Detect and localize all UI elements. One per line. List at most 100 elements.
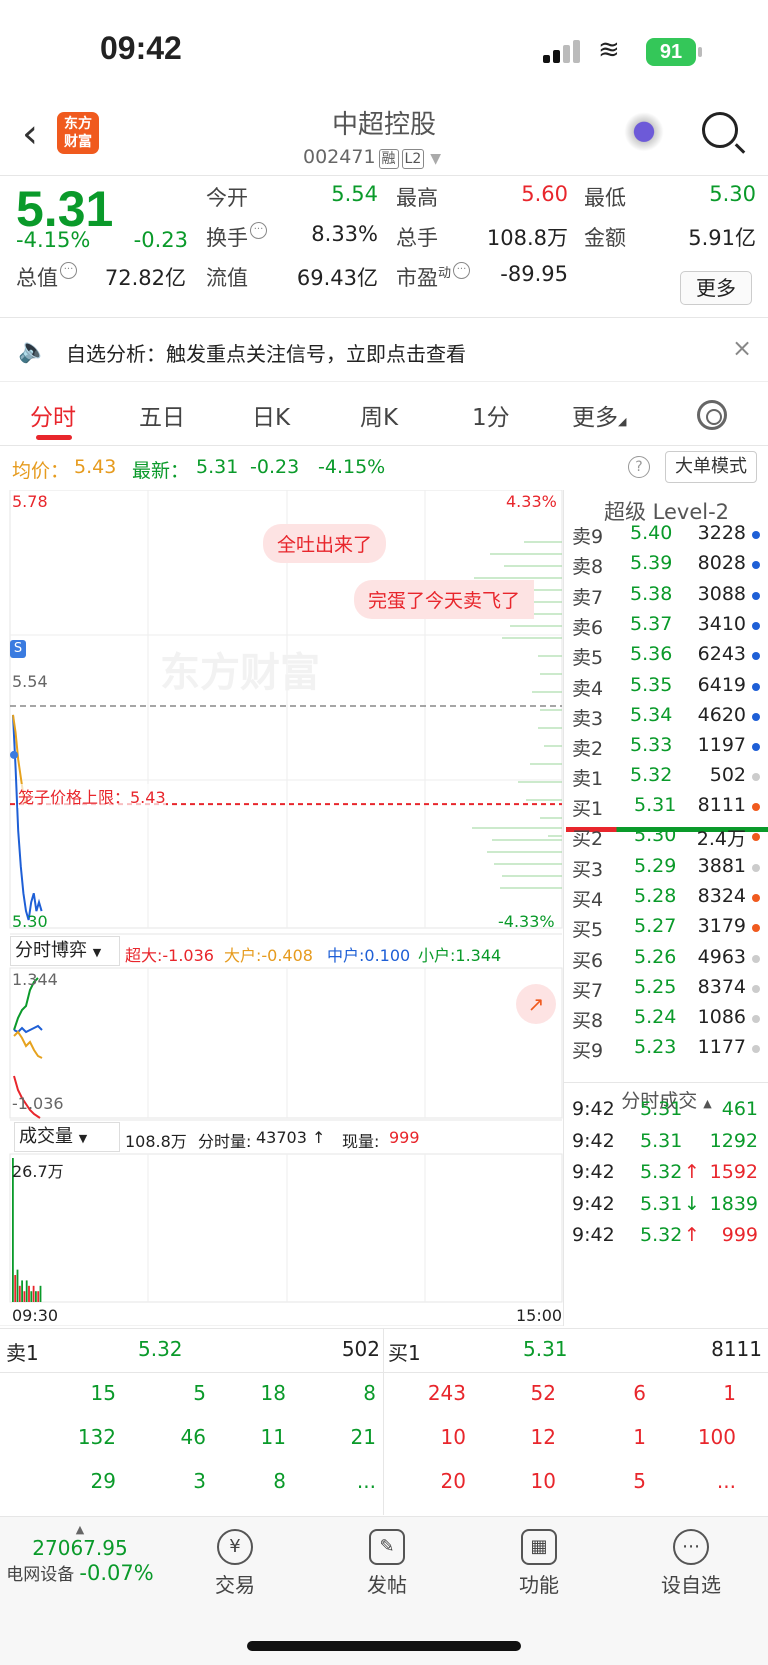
pct-top-label: 4.33% <box>506 492 557 511</box>
trade-point-marker <box>10 750 18 759</box>
bid-level: 买6 <box>572 949 604 972</box>
ask-volume: 4620 <box>697 703 746 726</box>
bid-price: 5.24 <box>634 1006 677 1029</box>
volume-bar <box>23 1291 26 1302</box>
nav-bar: ‹ 东方 财富 中超控股 002471 融 L2 ▼ <box>0 100 768 176</box>
mcap-label: 总值 ··· <box>16 262 77 292</box>
tab-daily-k[interactable]: 日K <box>252 398 290 432</box>
search-icon[interactable] <box>702 112 738 148</box>
queue-bid-label: 买1 <box>388 1341 421 1365</box>
bid-row[interactable]: 买4 5.28 8324 <box>564 881 768 913</box>
tab-intraday[interactable]: 分时 <box>30 398 76 432</box>
queue-bid-cell: 12 <box>530 1425 556 1449</box>
ask-level: 卖2 <box>572 738 604 761</box>
index-value: 27067.95 <box>32 1536 128 1560</box>
volume-now: 999 <box>389 1128 420 1147</box>
game-mid: 中户:0.100 <box>327 946 411 965</box>
comment-bubble[interactable]: 完蛋了今天卖飞了 <box>354 580 535 619</box>
ask-row[interactable]: 卖4 5.35 6419 <box>564 670 768 702</box>
ask-row[interactable]: 卖9 5.40 3228 <box>564 518 768 550</box>
bid-volume: 3881 <box>697 854 746 877</box>
ask-price: 5.36 <box>630 643 673 666</box>
tab-more[interactable]: 更多◢ <box>572 398 626 432</box>
limit-label: 笼子价格上限：5.43 <box>18 784 166 808</box>
bid-row[interactable]: 买9 5.23 1177 <box>564 1032 768 1064</box>
volume-bar <box>39 1285 42 1302</box>
big-order-mode-button[interactable]: 大单模式 <box>665 451 757 483</box>
ask-level: 卖1 <box>572 768 604 791</box>
volume-bar <box>14 1275 17 1302</box>
order-dot-icon <box>752 621 760 630</box>
order-dot-icon <box>752 863 760 872</box>
info-icon[interactable]: ··· <box>453 262 471 279</box>
clock: 09:42 <box>100 30 182 66</box>
order-dot-icon <box>752 682 760 691</box>
game-top-label: 1.344 <box>12 970 58 989</box>
volume-bar <box>25 1280 28 1302</box>
ask-row[interactable]: 卖6 5.37 3410 <box>564 609 768 641</box>
help-icon[interactable]: ? <box>628 456 650 478</box>
bid-volume: 2.4万 <box>696 828 746 851</box>
bid-row[interactable]: 买1 5.31 8111 <box>564 790 768 822</box>
tab-five-day[interactable]: 五日 <box>139 398 185 432</box>
level-tag: L2 <box>401 149 425 169</box>
price-summary-row: 均价： 5.43 最新： 5.31 -0.23 -4.15% ? 大单模式 <box>0 448 768 488</box>
home-indicator[interactable] <box>247 1641 521 1651</box>
bid-price: 5.26 <box>634 945 677 968</box>
open-label: 今开 <box>206 186 248 210</box>
functions-button[interactable]: ▦ 功能 <box>494 1529 584 1598</box>
bid-price: 5.23 <box>634 1036 677 1059</box>
bid-row[interactable]: 买3 5.29 3881 <box>564 851 768 883</box>
volume-value: 108.8万 <box>486 226 568 250</box>
comment-bubble[interactable]: 全吐出来了 <box>263 524 387 563</box>
bid-price: 5.31 <box>634 794 677 816</box>
ask-row[interactable]: 卖5 5.36 6243 <box>564 639 768 671</box>
trade-price: 5.31 <box>640 1098 683 1120</box>
order-dot-icon <box>752 652 760 661</box>
bid-row[interactable]: 买2 5.30 2.4万 <box>564 820 768 852</box>
status-bar: 09:42 ≋ 91 <box>0 0 768 100</box>
alert-banner[interactable]: 🔈 自选分析：触发重点关注信号，立即点击查看 × <box>0 320 768 382</box>
bid-row[interactable]: 买8 5.24 1086 <box>564 1002 768 1034</box>
volume-selector[interactable]: 成交量 ▼ <box>14 1122 120 1152</box>
info-icon[interactable]: ··· <box>250 222 267 239</box>
intraday-chart[interactable]: 5.78 4.33% 5.54 5.30 -4.33% 东方财富 笼子价格上限：… <box>0 490 563 1326</box>
ask-row[interactable]: 卖3 5.34 4620 <box>564 700 768 732</box>
ask-row[interactable]: 卖7 5.38 3088 <box>564 579 768 611</box>
order-dot-icon <box>752 833 760 842</box>
tab-1min[interactable]: 1分 <box>472 398 510 432</box>
tab-weekly-k[interactable]: 周K <box>360 398 398 432</box>
volume-bar <box>30 1291 33 1302</box>
ask-volume: 6419 <box>697 673 746 696</box>
ask-row[interactable]: 卖8 5.39 8028 <box>564 548 768 580</box>
order-dot-icon <box>752 954 760 963</box>
margin-tag: 融 <box>378 149 399 169</box>
order-dot-icon <box>752 591 760 600</box>
bid-row[interactable]: 买5 5.27 3179 <box>564 911 768 943</box>
trade-volume: 1292 <box>709 1129 758 1152</box>
bid-row[interactable]: 买7 5.25 8374 <box>564 972 768 1004</box>
close-icon[interactable]: × <box>732 334 752 362</box>
order-dot-icon <box>752 1015 760 1024</box>
gear-icon[interactable] <box>697 400 727 430</box>
ask-row[interactable]: 卖2 5.33 1197 <box>564 730 768 762</box>
ask-row[interactable]: 卖1 5.32 502 <box>564 760 768 792</box>
assistant-icon[interactable] <box>622 112 666 156</box>
post-button[interactable]: ✎ 发帖 <box>342 1529 432 1598</box>
info-icon[interactable]: ··· <box>60 262 77 279</box>
queue-bid-cell: 10 <box>530 1469 556 1493</box>
expand-icon[interactable]: ↗ <box>516 984 556 1024</box>
ask-price: 5.35 <box>630 673 673 696</box>
stock-code[interactable]: 002471 融 L2 ▼ <box>303 146 441 169</box>
bid-row[interactable]: 买6 5.26 4963 <box>564 942 768 974</box>
volume-panel-border <box>9 1153 563 1303</box>
index-ticker[interactable]: ▲ 27067.95 电网设备 -0.07% <box>0 1523 160 1585</box>
sell-marker[interactable]: S <box>10 640 26 658</box>
game-selector[interactable]: 分时博弈 ▼ <box>10 936 120 966</box>
add-watchlist-button[interactable]: ⋯ 设自选 <box>646 1529 736 1598</box>
dropdown-icon[interactable]: ▼ <box>430 151 441 167</box>
low-value: 5.30 <box>709 182 756 206</box>
trade-button[interactable]: ¥ 交易 <box>190 1529 280 1598</box>
banner-text[interactable]: 自选分析：触发重点关注信号，立即点击查看 <box>66 338 466 367</box>
more-button[interactable]: 更多 <box>680 271 752 305</box>
